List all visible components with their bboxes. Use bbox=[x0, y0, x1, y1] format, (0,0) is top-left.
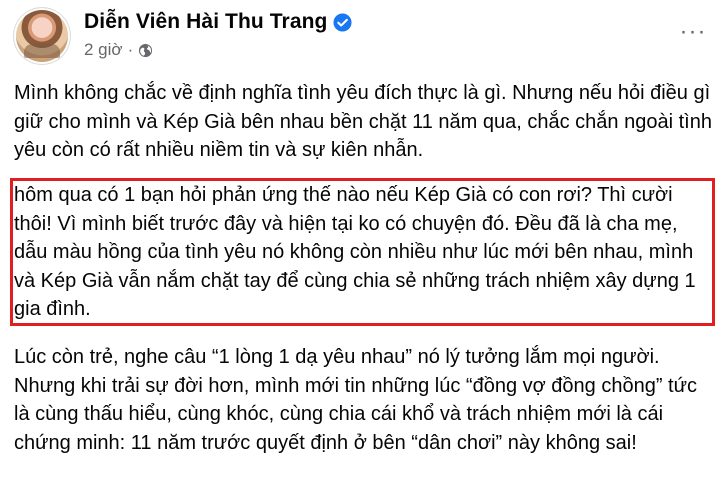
post-paragraph-2: hôm qua có 1 bạn hỏi phản ứng thế nào nế… bbox=[14, 184, 696, 320]
author-name-row: Diễn Viên Hài Thu Trang bbox=[84, 8, 352, 36]
post-paragraph-1: Mình không chắc về định nghĩa tình yêu đ… bbox=[14, 82, 712, 161]
post-meta: 2 giờ · bbox=[84, 39, 153, 61]
post-header: Diễn Viên Hài Thu Trang 2 giờ · ··· bbox=[14, 8, 714, 64]
verified-badge-icon bbox=[333, 12, 352, 32]
author-avatar[interactable] bbox=[14, 8, 70, 64]
post-timestamp[interactable]: 2 giờ bbox=[84, 40, 123, 60]
author-name[interactable]: Diễn Viên Hài Thu Trang bbox=[84, 10, 327, 34]
globe-icon[interactable] bbox=[138, 43, 153, 58]
more-options-icon: ··· bbox=[679, 18, 707, 45]
facebook-post: Diễn Viên Hài Thu Trang 2 giờ · ··· Mình… bbox=[0, 0, 722, 493]
more-options-button[interactable]: ··· bbox=[678, 18, 708, 45]
post-paragraph-3: Lúc còn trẻ, nghe câu “1 lòng 1 dạ yêu n… bbox=[14, 346, 697, 454]
meta-separator: · bbox=[127, 40, 134, 59]
